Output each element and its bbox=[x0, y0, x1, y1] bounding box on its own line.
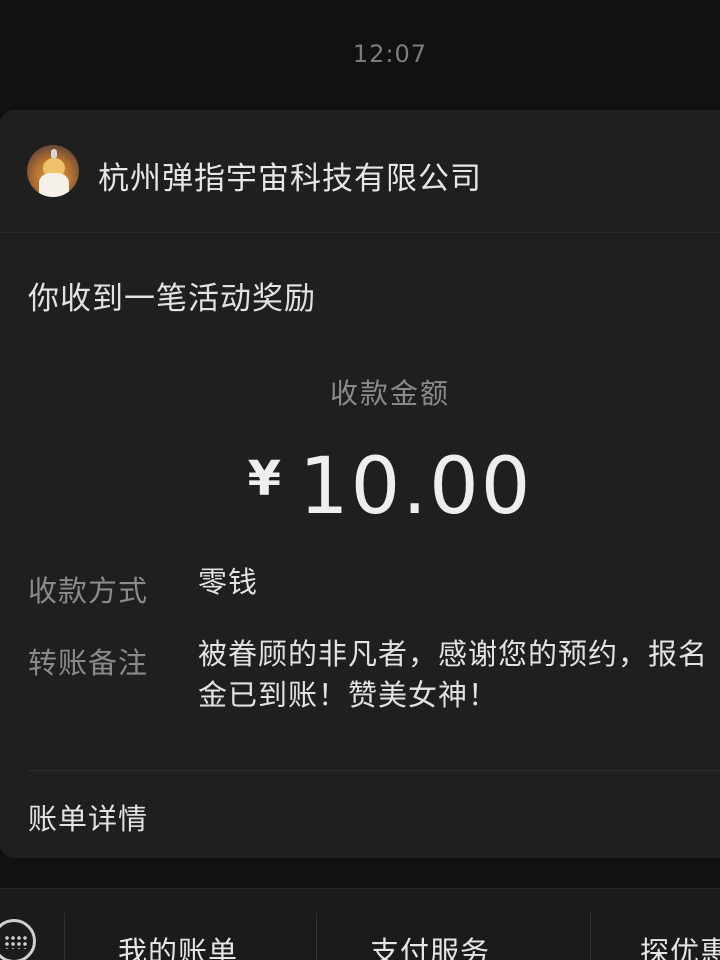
payment-method-value: 零钱 bbox=[198, 565, 259, 599]
transfer-note-label: 转账备注 bbox=[28, 646, 149, 680]
bottom-menu-bar: 我的账单 支付服务 探优惠 bbox=[0, 888, 720, 960]
card-header[interactable]: 杭州弹指宇宙科技有限公司 bbox=[0, 110, 720, 233]
notification-title: 你收到一笔活动奖励 bbox=[28, 281, 316, 317]
card-divider bbox=[28, 770, 720, 771]
sender-avatar[interactable] bbox=[27, 145, 79, 197]
sender-name: 杭州弹指宇宙科技有限公司 bbox=[98, 161, 482, 197]
wechat-pay-notification-screen: 12:07 杭州弹指宇宙科技有限公司 你收到一笔活动奖励 收款金额 ¥10.00… bbox=[0, 0, 720, 960]
avatar-body-shape bbox=[39, 173, 69, 197]
currency-symbol: ¥ bbox=[247, 451, 282, 507]
menu-separator bbox=[316, 913, 317, 960]
menu-item-payment-services[interactable]: 支付服务 bbox=[370, 929, 490, 960]
amount-value: 10.00 bbox=[299, 442, 533, 532]
menu-separator bbox=[64, 913, 65, 960]
keyboard-dots bbox=[4, 935, 28, 949]
amount-display: ¥10.00 bbox=[0, 442, 720, 532]
menu-item-discounts[interactable]: 探优惠 bbox=[640, 929, 720, 960]
payment-notification-card[interactable]: 杭州弹指宇宙科技有限公司 你收到一笔活动奖励 收款金额 ¥10.00 收款方式 … bbox=[0, 110, 720, 858]
menu-item-my-bills[interactable]: 我的账单 bbox=[118, 929, 238, 960]
menu-separator bbox=[590, 913, 591, 960]
transfer-note-line-1: 被眷顾的非凡者，感谢您的预约，报名 bbox=[198, 637, 709, 671]
transfer-note-value: 被眷顾的非凡者，感谢您的预约，报名 金已到账！赞美女神！ bbox=[198, 634, 720, 716]
keyboard-icon[interactable] bbox=[0, 919, 36, 960]
amount-label: 收款金额 bbox=[329, 377, 450, 410]
transfer-note-line-2: 金已到账！赞美女神！ bbox=[198, 678, 499, 712]
bill-detail-link[interactable]: 账单详情 bbox=[28, 796, 148, 838]
message-timestamp: 12:07 bbox=[352, 40, 428, 68]
payment-method-label: 收款方式 bbox=[28, 574, 149, 608]
